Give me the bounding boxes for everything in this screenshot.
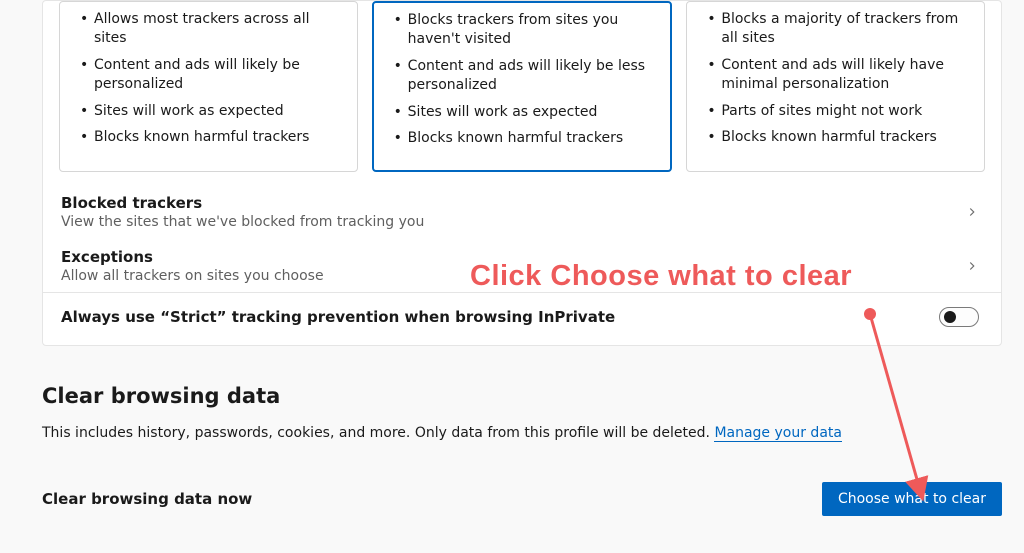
strict-inprivate-toggle[interactable] — [939, 307, 979, 327]
list-item: Blocks trackers from sites you haven't v… — [390, 11, 659, 49]
clear-data-description: This includes history, passwords, cookie… — [42, 424, 1002, 444]
strict-inprivate-title: Always use “Strict” tracking prevention … — [61, 308, 615, 326]
chevron-right-icon — [965, 205, 979, 219]
exceptions-row[interactable]: Exceptions Allow all trackers on sites y… — [43, 238, 1001, 292]
blocked-trackers-row[interactable]: Blocked trackers View the sites that we'… — [43, 184, 1001, 238]
list-item: Allows most trackers across all sites — [76, 10, 345, 48]
clear-data-now-row: Clear browsing data now Choose what to c… — [42, 482, 1002, 516]
choose-what-to-clear-button[interactable]: Choose what to clear — [822, 482, 1002, 516]
tracking-level-basic[interactable]: Allows most trackers across all sites Co… — [59, 1, 358, 172]
list-item: Content and ads will likely have minimal… — [703, 56, 972, 94]
list-item: Sites will work as expected — [390, 103, 659, 122]
strict-inprivate-row: Always use “Strict” tracking prevention … — [43, 292, 1001, 339]
list-item: Blocks known harmful trackers — [703, 128, 972, 147]
exceptions-subtitle: Allow all trackers on sites you choose — [61, 268, 324, 284]
list-item: Content and ads will likely be personali… — [76, 56, 345, 94]
toggle-knob — [944, 311, 956, 323]
list-item: Blocks known harmful trackers — [390, 129, 659, 148]
list-item: Blocks a majority of trackers from all s… — [703, 10, 972, 48]
tracking-prevention-card: Allows most trackers across all sites Co… — [42, 0, 1002, 346]
list-item: Content and ads will likely be less pers… — [390, 57, 659, 95]
chevron-right-icon — [965, 259, 979, 273]
blocked-trackers-subtitle: View the sites that we've blocked from t… — [61, 214, 424, 230]
exceptions-title: Exceptions — [61, 248, 324, 266]
blocked-trackers-title: Blocked trackers — [61, 194, 424, 212]
tracking-level-strict[interactable]: Blocks a majority of trackers from all s… — [686, 1, 985, 172]
list-item: Parts of sites might not work — [703, 102, 972, 121]
manage-your-data-link[interactable]: Manage your data — [714, 425, 842, 442]
clear-data-heading: Clear browsing data — [42, 384, 1002, 408]
tracking-level-row: Allows most trackers across all sites Co… — [43, 1, 1001, 172]
list-item: Sites will work as expected — [76, 102, 345, 121]
tracking-level-balanced[interactable]: Blocks trackers from sites you haven't v… — [372, 1, 673, 172]
clear-browsing-data-section: Clear browsing data This includes histor… — [42, 384, 1002, 444]
clear-data-now-title: Clear browsing data now — [42, 490, 252, 508]
list-item: Blocks known harmful trackers — [76, 128, 345, 147]
clear-data-description-text: This includes history, passwords, cookie… — [42, 425, 714, 441]
